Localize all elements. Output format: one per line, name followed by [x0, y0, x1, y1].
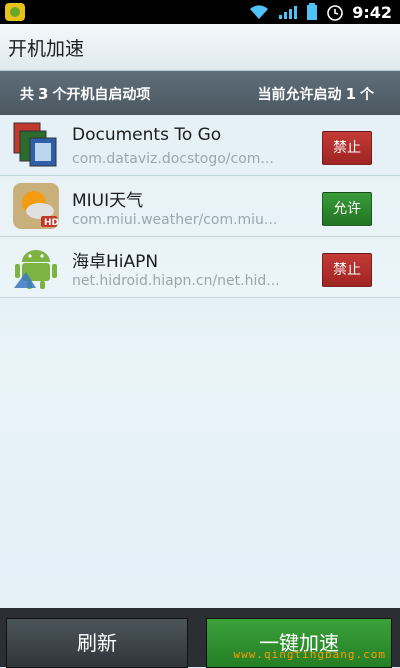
android-icon: [14, 250, 57, 289]
app-name: Documents To Go: [72, 125, 222, 145]
documents-to-go-icon: [13, 122, 57, 167]
alarm-icon: [327, 5, 344, 21]
app-notification-icon: [5, 3, 25, 21]
bottom-bar: 刷新 一键加速 www.qingtingbang.com: [0, 608, 400, 668]
status-bar: 9:42: [0, 0, 400, 24]
watermark: www.qingtingbang.com: [233, 648, 386, 661]
app-name: 海卓HiAPN: [72, 252, 159, 272]
deny-button[interactable]: 禁止: [322, 253, 372, 287]
title-bar: 开机加速: [0, 24, 400, 71]
signal-icon: [279, 6, 298, 19]
allowed-count: 当前允许启动 1 个: [257, 85, 374, 103]
autostart-count: 共 3 个开机自启动项: [20, 85, 151, 103]
app-package: net.hidroid.hiapn.cn/net.hid...: [72, 273, 280, 289]
app-name: MIUI天气: [72, 191, 144, 211]
app-package: com.dataviz.docstogo/com...: [72, 151, 274, 167]
wifi-icon: [250, 5, 269, 19]
battery-icon: [307, 3, 318, 20]
list-item[interactable]: HD MIUI天气 com.miui.weather/com.miu... 允许: [0, 176, 400, 237]
status-icons: 9:42: [248, 0, 392, 24]
refresh-button[interactable]: 刷新: [6, 618, 188, 668]
autostart-list: Documents To Go com.dataviz.docstogo/com…: [0, 115, 400, 298]
summary-bar: 共 3 个开机自启动项 当前允许启动 1 个: [0, 71, 400, 115]
clock: 9:42: [352, 2, 392, 22]
allow-button[interactable]: 允许: [322, 192, 372, 226]
svg-text:HD: HD: [44, 218, 59, 228]
list-item[interactable]: 海卓HiAPN net.hidroid.hiapn.cn/net.hid... …: [0, 237, 400, 298]
list-item[interactable]: Documents To Go com.dataviz.docstogo/com…: [0, 115, 400, 176]
page-title: 开机加速: [8, 38, 85, 60]
weather-icon: HD: [13, 183, 59, 229]
deny-button[interactable]: 禁止: [322, 131, 372, 165]
app-package: com.miui.weather/com.miu...: [72, 212, 278, 228]
